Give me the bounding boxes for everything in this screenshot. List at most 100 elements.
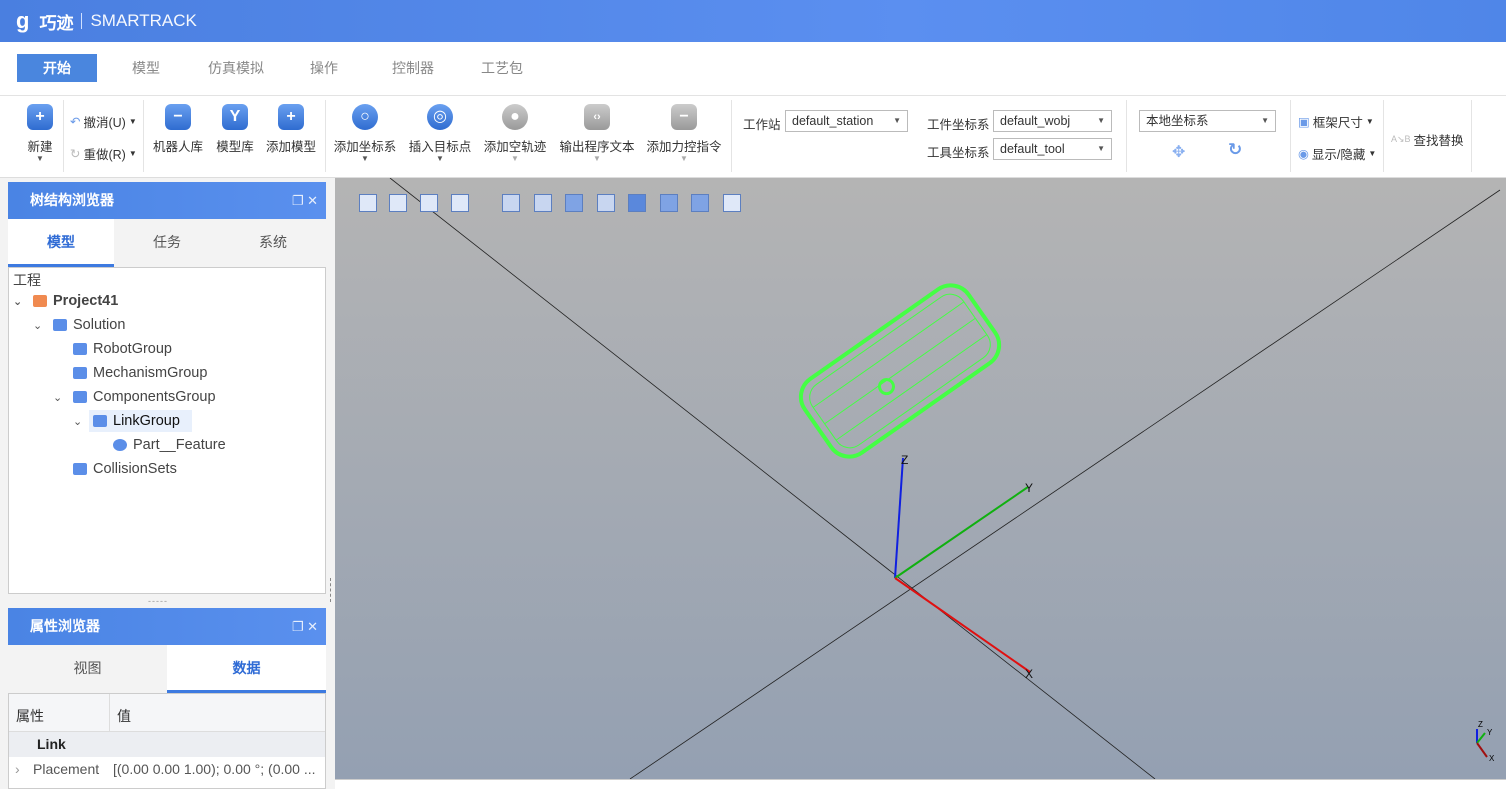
view-cube-right-icon[interactable] [597, 194, 615, 212]
menu-controller[interactable]: 控制器 [383, 54, 443, 82]
redo-icon: ↻ [70, 147, 81, 161]
solution-icon [53, 319, 67, 331]
tree-node-mechanismgroup[interactable]: MechanismGroup [73, 362, 207, 384]
link-group-icon [93, 415, 107, 427]
orientation-triad: Z Y X [1476, 720, 1495, 763]
selected-part [798, 283, 1002, 459]
undo-label: 撤消(U) [83, 116, 126, 130]
tree-node-part-feature[interactable]: Part__Feature [113, 434, 226, 456]
col-value: 值 [117, 708, 131, 724]
wobj-select[interactable]: default_wobj ▼ [993, 110, 1112, 132]
add-empty-path-button[interactable]: ● 添加空轨迹 ▼ [482, 96, 548, 163]
robot-library-button[interactable]: − 机器人库 [150, 96, 206, 155]
tree-node-solution[interactable]: ⌄ Solution [33, 314, 125, 336]
node-label: MechanismGroup [93, 365, 208, 381]
tab-view[interactable]: 视图 [8, 645, 167, 693]
splitter-handle[interactable]: ----- [148, 596, 168, 606]
panel-restore-close-icon[interactable]: ❐ ✕ [292, 182, 318, 219]
menu-operation[interactable]: 操作 [300, 54, 348, 82]
view-mode-2-icon[interactable] [389, 194, 407, 212]
title-bar: g 巧迹 SMARTRACK [0, 0, 1506, 42]
show-hide-label: 显示/隐藏 [1311, 148, 1366, 162]
grid-line [629, 189, 1501, 779]
view-cube-top-icon[interactable] [628, 194, 646, 212]
add-empty-path-label: 添加空轨迹 [483, 140, 547, 154]
panel-restore-close-icon[interactable]: ❐ ✕ [292, 608, 318, 645]
undo-button[interactable]: ↶ 撤消(U) ▼ [70, 112, 137, 131]
eye-icon: ◉ [1298, 147, 1309, 161]
add-model-button[interactable]: + 添加模型 [264, 96, 318, 155]
model-tree: 工程 ⌄ Project41 ⌄ Solution RobotGroup Mecha… [8, 267, 326, 594]
station-select[interactable]: default_station ▼ [785, 110, 908, 132]
frame-icon: ○ [352, 104, 378, 130]
col-property: 属性 [16, 708, 44, 724]
3d-viewport[interactable]: Z Y X Z Y X [335, 178, 1506, 779]
insert-target-button[interactable]: ◎ 插入目标点 ▼ [407, 96, 473, 163]
frame-size-button[interactable]: ▣ 框架尺寸 ▼ [1298, 112, 1374, 131]
table-row[interactable]: › Placement [(0.00 0.00 1.00); 0.00 °; (… [9, 757, 325, 782]
app-logo-text: 巧迹 [39, 13, 74, 33]
find-replace-label: 查找替换 [1413, 134, 1464, 148]
view-mode-3-icon[interactable] [420, 194, 438, 212]
scene: Z Y X Z Y X [389, 178, 1501, 779]
view-mode-1-icon[interactable] [359, 194, 377, 212]
tool-select[interactable]: default_tool ▼ [993, 138, 1112, 160]
prop-panel-title: 属性浏览器 [30, 618, 100, 634]
prop-name: Placement [33, 761, 100, 777]
export-program-label: 输出程序文本 [559, 140, 635, 154]
show-hide-button[interactable]: ◉ 显示/隐藏 ▼ [1298, 144, 1376, 163]
vertical-splitter[interactable] [330, 578, 332, 602]
tab-task[interactable]: 任务 [114, 219, 220, 267]
add-force-cmd-button[interactable]: − 添加力控指令 ▼ [644, 96, 724, 163]
robot-library-label: 机器人库 [152, 140, 203, 154]
station-value: default_station [792, 114, 874, 128]
menu-start[interactable]: 开始 [17, 54, 97, 82]
new-button[interactable]: + 新建 ▼ [22, 96, 58, 163]
redo-button[interactable]: ↻ 重做(R) ▼ [70, 144, 137, 163]
move-icon[interactable]: ✥ [1172, 142, 1185, 162]
tab-system[interactable]: 系统 [220, 219, 326, 267]
refresh-icon[interactable]: ↻ [1228, 140, 1242, 160]
fit-view-icon[interactable] [691, 194, 709, 212]
find-replace-button[interactable]: A↘B 查找替换 [1391, 130, 1464, 149]
menu-process-pack[interactable]: 工艺包 [473, 54, 531, 82]
tree-node-collisionsets[interactable]: CollisionSets [73, 458, 177, 480]
expand-icon[interactable]: › [15, 761, 20, 777]
view-cube-front-icon[interactable] [502, 194, 520, 212]
tool-value: default_tool [1000, 142, 1065, 156]
view-cube-back-icon[interactable] [534, 194, 552, 212]
export-program-button[interactable]: ‹› 输出程序文本 ▼ [557, 96, 637, 163]
tree-node-linkgroup[interactable]: ⌄ LinkGroup [73, 410, 192, 432]
tab-data[interactable]: 数据 [167, 645, 326, 693]
axis-label-z: Z [901, 453, 908, 467]
tree-node-componentsgroup[interactable]: ⌄ ComponentsGroup [53, 386, 216, 408]
target-icon: ◎ [427, 104, 453, 130]
tree-node-project[interactable]: ⌄ Project41 [13, 290, 118, 312]
components-icon [73, 391, 87, 403]
triad-z: Z [1478, 720, 1483, 729]
axis-label-x: X [1025, 667, 1033, 681]
ribbon-toolbar: + 新建 ▼ ↶ 撤消(U) ▼ ↻ 重做(R) ▼ − 机器人库 Y 模型库 + 添加模型 ○ 添… [0, 96, 1506, 178]
coord-system-select[interactable]: 本地坐标系 ▼ [1139, 110, 1276, 132]
node-label: Solution [73, 317, 126, 333]
view-cube-left-icon[interactable] [565, 194, 583, 212]
tree-root-label: 工程 [13, 272, 41, 288]
triad-y: Y [1487, 728, 1493, 737]
divider [81, 13, 83, 29]
coord-system-value: 本地坐标系 [1146, 114, 1209, 128]
view-cube-bottom-icon[interactable] [660, 194, 678, 212]
add-frame-button[interactable]: ○ 添加坐标系 ▼ [332, 96, 398, 163]
view-mode-4-icon[interactable] [451, 194, 469, 212]
undo-icon: ↶ [70, 115, 81, 129]
model-library-button[interactable]: Y 模型库 [212, 96, 258, 155]
menu-simulation[interactable]: 仿真模拟 [200, 54, 272, 82]
node-label: ComponentsGroup [93, 389, 216, 405]
tab-model[interactable]: 模型 [8, 219, 114, 267]
menu-model[interactable]: 模型 [120, 54, 172, 82]
fullscreen-icon[interactable] [723, 194, 741, 212]
grid-header: 属性 值 [9, 694, 325, 732]
node-label: Part__Feature [133, 437, 226, 453]
tree-node-robotgroup[interactable]: RobotGroup [73, 338, 172, 360]
node-label: CollisionSets [93, 461, 177, 477]
wobj-label: 工件坐标系 [927, 118, 990, 132]
